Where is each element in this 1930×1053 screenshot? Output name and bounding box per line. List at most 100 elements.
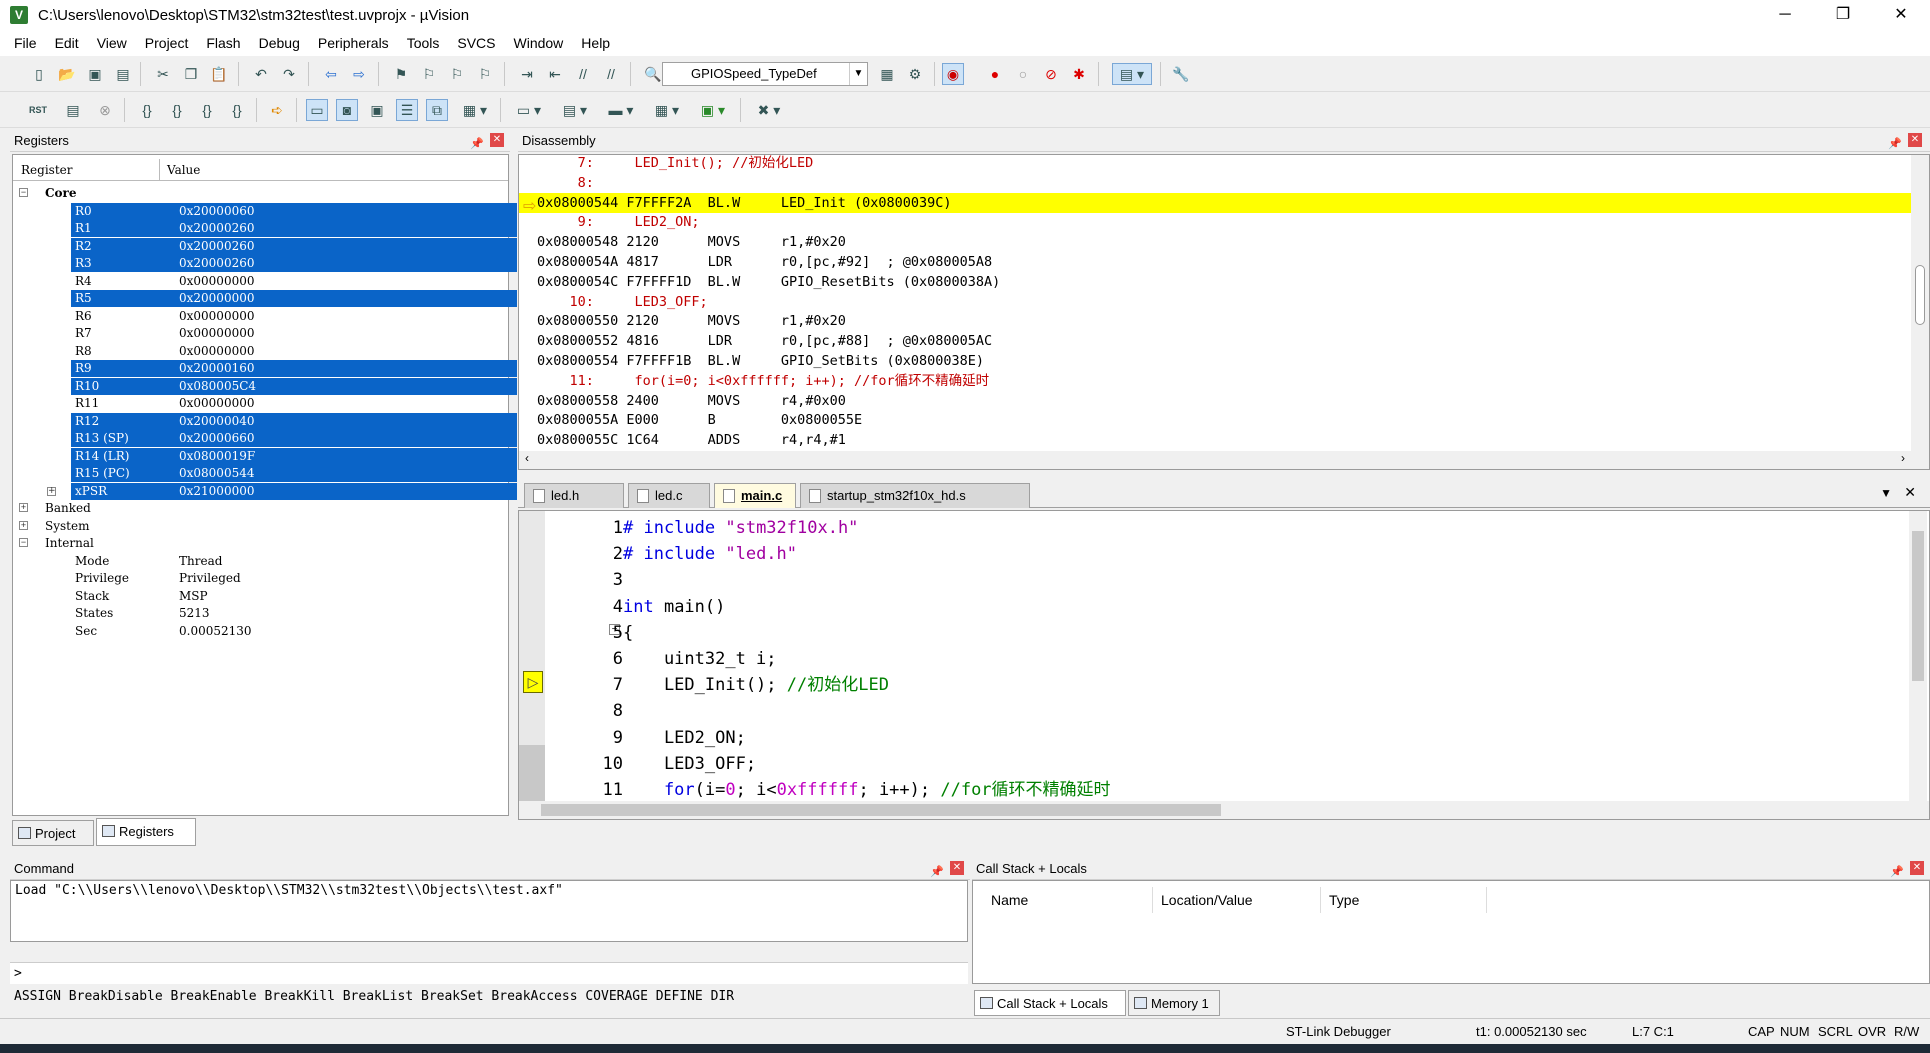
location-column-header[interactable]: Location/Value — [1153, 887, 1321, 913]
register-group-core[interactable]: Core — [45, 185, 77, 202]
register-row[interactable]: R14 (LR) 0x0800019F — [13, 447, 517, 465]
menu-item-peripherals[interactable]: Peripherals — [318, 35, 389, 51]
kill-breakpoints-icon[interactable]: ✱ — [1068, 63, 1090, 85]
disassembly-line[interactable]: 10: LED3_OFF; — [519, 292, 1911, 312]
name-column-header[interactable]: Name — [983, 887, 1153, 913]
disassembly-line[interactable]: 0x0800055C 1C64 ADDS r4,r4,#1 — [519, 430, 1911, 450]
debug-settings-icon[interactable]: ⚙ — [904, 63, 926, 85]
show-next-statement-icon[interactable]: ➪ — [266, 99, 288, 121]
code-line[interactable]: 1 # include "stm32f10x.h" — [519, 515, 1909, 541]
disassembly-line[interactable]: 0x0800054C F7FFFF1D BL.W GPIO_ResetBits … — [519, 272, 1911, 292]
save-all-icon[interactable]: ▤ — [112, 63, 134, 85]
registers-window-icon[interactable]: ☰ — [396, 99, 418, 121]
comment-icon[interactable]: // — [572, 63, 594, 85]
register-value[interactable]: 0x08000544 — [173, 465, 517, 482]
register-value[interactable]: 0x00000000 — [173, 395, 517, 412]
close-window-button[interactable]: ✕ — [1872, 0, 1930, 30]
nav-back-icon[interactable]: ⇦ — [320, 63, 342, 85]
register-value[interactable]: 0x080005C4 — [173, 377, 517, 395]
tree-collapse-icon[interactable]: − — [19, 188, 28, 197]
code-line[interactable]: 2 # include "led.h" — [519, 541, 1909, 567]
menu-item-edit[interactable]: Edit — [55, 35, 79, 51]
find-combo[interactable]: GPIOSpeed_TypeDef ▼ — [662, 62, 868, 86]
restore-button[interactable]: ❐ — [1814, 0, 1872, 30]
type-column-header[interactable]: Type — [1321, 887, 1487, 913]
register-group-system[interactable]: System — [45, 518, 89, 535]
register-value[interactable]: 0x00000000 — [173, 308, 517, 325]
system-viewer-icon[interactable]: ▣ ▾ — [694, 99, 732, 121]
register-group-internal[interactable]: Internal — [45, 535, 94, 552]
menu-item-help[interactable]: Help — [581, 35, 610, 51]
disassembly-window-icon[interactable]: ◙ — [336, 99, 358, 121]
stop-icon[interactable]: ⊗ — [94, 99, 116, 121]
code-editor[interactable]: ▷ − 1 # include "stm32f10x.h" 2 # include "… — [518, 510, 1930, 820]
register-row[interactable]: R9 0x20000160 — [13, 360, 517, 377]
close-panel-icon[interactable]: ✕ — [950, 861, 964, 875]
menu-item-flash[interactable]: Flash — [206, 35, 240, 51]
disassembly-line[interactable]: 0x0800054A 4817 LDR r0,[pc,#92] ; @0x080… — [519, 252, 1911, 272]
command-horizontal-scrollbar[interactable] — [10, 942, 968, 960]
code-line[interactable]: 11 for(i=0; i<0xffffff; i++); //for循环不精确… — [519, 777, 1909, 803]
code-line[interactable]: 8 — [519, 698, 1909, 724]
tab-led-h[interactable]: led.h — [524, 483, 624, 508]
tab-memory[interactable]: Memory 1 — [1128, 990, 1220, 1016]
serial-window-icon[interactable]: ▤ ▾ — [556, 99, 594, 121]
menu-item-tools[interactable]: Tools — [407, 35, 440, 51]
symbols-window-icon[interactable]: ▣ — [366, 99, 388, 121]
tree-expand-icon[interactable]: + — [19, 520, 28, 530]
configure-icon[interactable]: 🔧 — [1170, 63, 1192, 85]
editor-vertical-scrollbar[interactable] — [1909, 511, 1927, 801]
watch-window-icon[interactable]: ▦ ▾ — [456, 99, 494, 121]
enable-breakpoint-icon[interactable]: ○ — [1012, 63, 1034, 85]
tree-collapse-icon[interactable]: − — [19, 538, 28, 547]
close-panel-icon[interactable]: ✕ — [1908, 133, 1922, 147]
register-row[interactable]: R4 0x00000000 — [13, 273, 508, 290]
tab-led-c[interactable]: led.c — [628, 483, 710, 508]
internal-register-row[interactable]: Stack MSP — [13, 588, 508, 605]
disassembly-line[interactable]: 0x08000558 2400 MOVS r4,#0x00 — [519, 391, 1911, 411]
save-icon[interactable]: ▣ — [84, 63, 106, 85]
register-row[interactable]: R6 0x00000000 — [13, 308, 508, 325]
bookmark-icon[interactable]: ⚑ — [390, 63, 412, 85]
command-input[interactable]: > — [10, 962, 968, 984]
register-row[interactable]: R7 0x00000000 — [13, 325, 508, 342]
menu-item-debug[interactable]: Debug — [259, 35, 300, 51]
tab-callstack[interactable]: Call Stack + Locals — [974, 990, 1126, 1016]
menu-item-file[interactable]: File — [14, 35, 37, 51]
redo-icon[interactable]: ↷ — [278, 63, 300, 85]
internal-register-row[interactable]: States 5213 — [13, 605, 508, 622]
step-into-icon[interactable]: {} — [136, 99, 158, 121]
command-window-icon[interactable]: ▭ — [306, 99, 328, 121]
disassembly-horizontal-scrollbar[interactable]: ‹ › — [519, 451, 1929, 469]
register-value[interactable]: 0x00000000 — [173, 343, 517, 360]
memory-window-icon[interactable]: ▭ ▾ — [510, 99, 548, 121]
minimize-button[interactable]: ─ — [1756, 0, 1814, 30]
unindent-icon[interactable]: ⇤ — [544, 63, 566, 85]
tab-list-chevron-icon[interactable]: ▼ — [1880, 486, 1892, 500]
analysis-window-icon[interactable]: ▬ ▾ — [602, 99, 640, 121]
value-column-label[interactable]: Value — [167, 159, 200, 181]
register-column-label[interactable]: Register — [21, 159, 72, 181]
step-over-icon[interactable]: {} — [166, 99, 188, 121]
undo-icon[interactable]: ↶ — [250, 63, 272, 85]
disable-breakpoints-icon[interactable]: ⊘ — [1040, 63, 1062, 85]
reset-icon[interactable]: RST — [24, 99, 52, 121]
menu-item-window[interactable]: Window — [514, 35, 564, 51]
code-line[interactable]: 7 LED_Init(); //初始化LED — [519, 672, 1909, 698]
disassembly-line[interactable]: 0x08000554 F7FFFF1B BL.W GPIO_SetBits (0… — [519, 351, 1911, 371]
register-row[interactable]: R12 0x20000040 — [13, 412, 517, 430]
code-line[interactable]: 6 uint32_t i; — [519, 646, 1909, 672]
register-value[interactable]: 0x00000000 — [173, 273, 517, 290]
disassembly-view[interactable]: 7: LED_Init(); //初始化LED 8: 0x08000544 F7… — [518, 154, 1930, 470]
register-value[interactable]: 0x20000660 — [173, 430, 517, 447]
pin-icon[interactable]: 📌 — [470, 133, 484, 155]
menu-item-svcs[interactable]: SVCS — [457, 35, 495, 51]
run-to-cursor-icon[interactable]: {} — [226, 99, 248, 121]
close-panel-icon[interactable]: ✕ — [490, 133, 504, 147]
copy-icon[interactable]: ❐ — [180, 63, 202, 85]
insert-breakpoint-icon[interactable]: ● — [984, 63, 1006, 85]
nav-forward-icon[interactable]: ⇨ — [348, 63, 370, 85]
register-value[interactable]: 0x0800019F — [173, 447, 517, 465]
code-line[interactable]: 3 — [519, 567, 1909, 593]
start-stop-debug-icon[interactable]: ◉ — [942, 63, 964, 85]
